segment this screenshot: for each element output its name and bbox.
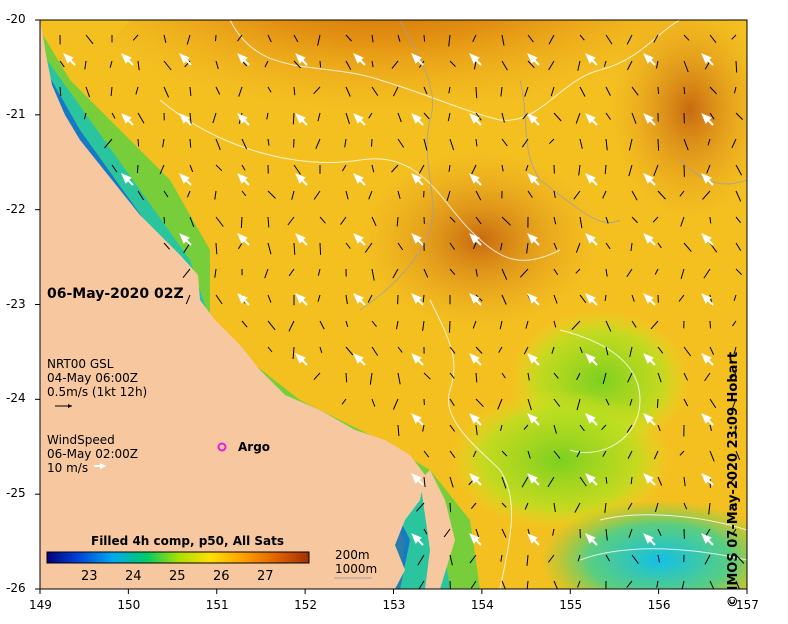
x-tick-label: 157 xyxy=(736,598,759,612)
wind-legend-time: 06-May 02:00Z xyxy=(47,447,139,461)
current-arrow-icon xyxy=(683,86,686,95)
wind-legend-title: WindSpeed xyxy=(47,433,115,447)
x-tick-label: 152 xyxy=(294,598,318,612)
current-arrow-icon xyxy=(735,60,738,73)
colorbar-label-23: 23 xyxy=(81,569,98,584)
current-arrow-icon xyxy=(319,60,322,68)
colorbar-title: Filled 4h comp, p50, All Sats xyxy=(91,534,285,548)
map-title: 06-May-2020 02Z xyxy=(47,286,184,302)
current-arrow-icon xyxy=(423,34,426,42)
current-arrow-icon xyxy=(137,138,140,147)
wind-legend: WindSpeed 06-May 02:00Z 10 m/s xyxy=(47,433,138,475)
current-arrow-icon xyxy=(345,372,348,383)
current-arrow-icon xyxy=(475,86,478,99)
x-tick-label: 151 xyxy=(205,598,229,612)
x-tick-label: 150 xyxy=(117,598,141,612)
argo-label: Argo xyxy=(238,440,271,454)
y-axis-ticks xyxy=(35,19,40,590)
x-tick-label: 149 xyxy=(29,598,52,612)
current-arrow-icon xyxy=(657,138,660,151)
current-legend: NRT00 GSL 04-May 06:00Z 0.5m/s (1kt 12h) xyxy=(47,357,147,399)
current-arrow-icon xyxy=(240,216,243,229)
colorbar-label-24: 24 xyxy=(125,569,142,584)
depth-legend-200m: 200m xyxy=(335,548,370,562)
current-arrow-icon xyxy=(319,242,322,255)
x-tick-label: 156 xyxy=(647,598,671,612)
warm-region-east xyxy=(610,20,747,220)
current-arrow-icon xyxy=(449,502,452,513)
x-axis-ticks xyxy=(39,589,748,594)
y-tick-label: -26 xyxy=(6,581,26,595)
current-arrow-icon xyxy=(163,216,165,224)
current-arrow-icon xyxy=(189,138,192,148)
y-tick-label: -23 xyxy=(6,296,26,311)
map-area xyxy=(40,20,747,589)
y-tick-label: -25 xyxy=(6,486,26,501)
colorbar-label-25: 25 xyxy=(169,569,186,584)
colorbar-label-26: 26 xyxy=(213,569,230,584)
wind-legend-scale: 10 m/s xyxy=(47,461,89,475)
current-arrow-icon xyxy=(215,34,217,42)
current-arrow-icon xyxy=(292,112,295,125)
current-arrow-icon xyxy=(709,216,712,224)
x-tick-label: 155 xyxy=(559,598,583,612)
current-arrow-icon xyxy=(449,320,451,333)
current-arrow-icon xyxy=(136,164,139,174)
current-legend-source: NRT00 GSL xyxy=(47,357,114,371)
current-arrow-icon xyxy=(709,320,711,329)
depth-legend-1000m: 1000m xyxy=(335,562,378,576)
x-tick-label: 154 xyxy=(470,598,494,612)
current-legend-scale: 0.5m/s (1kt 12h) xyxy=(47,385,148,399)
y-tick-label: -24 xyxy=(6,391,26,406)
current-arrow-icon xyxy=(657,86,660,95)
x-tick-label: 153 xyxy=(382,598,406,612)
current-legend-time: 04-May 06:00Z xyxy=(47,371,139,385)
y-tick-label: -21 xyxy=(6,106,26,121)
current-arrow-icon xyxy=(656,398,659,408)
credit-text: © IMOS 07-May-2020 23:09 Hobart xyxy=(726,351,741,608)
colorbar xyxy=(46,551,310,564)
y-tick-label: -20 xyxy=(6,12,26,26)
colorbar-label-27: 27 xyxy=(257,569,274,584)
sst-map xyxy=(35,19,748,594)
current-arrow-icon xyxy=(371,138,373,147)
y-tick-label: -22 xyxy=(6,201,26,216)
